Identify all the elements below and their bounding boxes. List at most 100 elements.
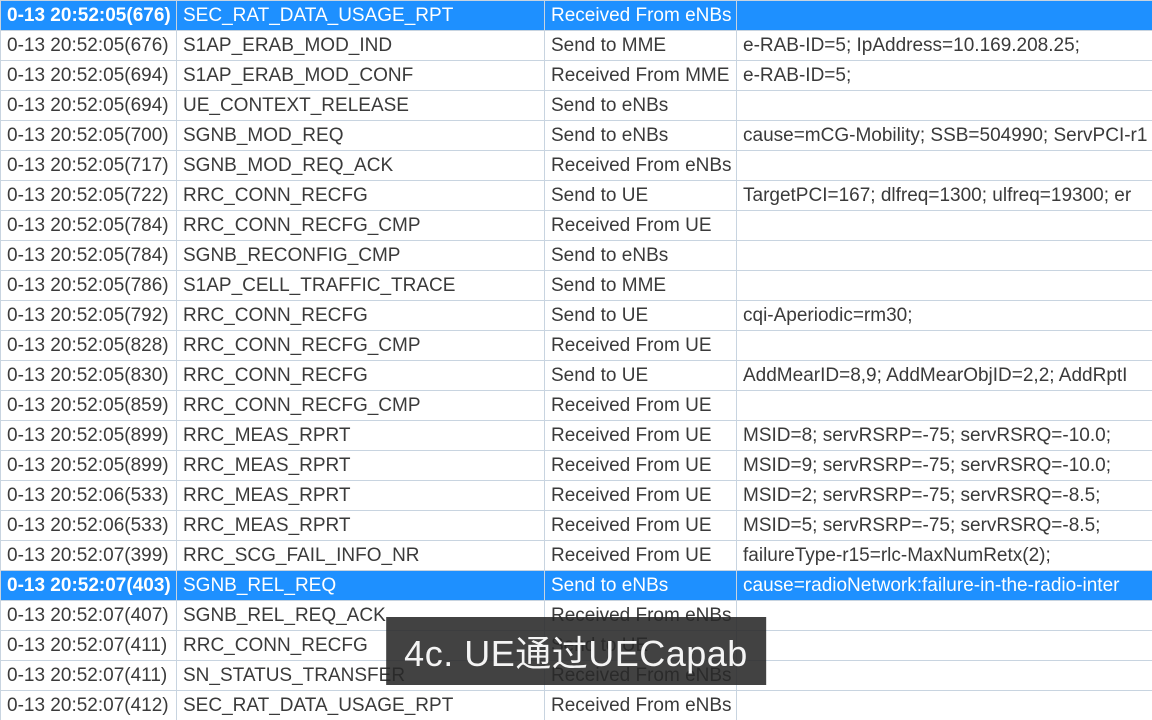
message-cell: SGNB_MOD_REQ bbox=[177, 121, 545, 151]
details-cell: e-RAB-ID=5; IpAddress=10.169.208.25; bbox=[737, 31, 1152, 61]
table-row[interactable]: 0-13 20:52:05(786)S1AP_CELL_TRAFFIC_TRAC… bbox=[1, 271, 1152, 301]
details-cell: cqi-Aperiodic=rm30; bbox=[737, 301, 1152, 331]
message-cell: SGNB_MOD_REQ_ACK bbox=[177, 151, 545, 181]
table-row[interactable]: 0-13 20:52:06(533)RRC_MEAS_RPRTReceived … bbox=[1, 481, 1152, 511]
details-cell bbox=[737, 691, 1152, 720]
table-row[interactable]: 0-13 20:52:05(717)SGNB_MOD_REQ_ACKReceiv… bbox=[1, 151, 1152, 181]
timestamp-cell: 0-13 20:52:05(694) bbox=[1, 91, 177, 121]
table-row[interactable]: 0-13 20:52:05(792)RRC_CONN_RECFGSend to … bbox=[1, 301, 1152, 331]
direction-cell: Received From UE bbox=[545, 451, 737, 481]
timestamp-cell: 0-13 20:52:05(722) bbox=[1, 181, 177, 211]
details-cell bbox=[737, 91, 1152, 121]
direction-cell: Send to eNBs bbox=[545, 121, 737, 151]
details-cell: cause=radioNetwork:failure-in-the-radio-… bbox=[737, 571, 1152, 601]
table-row[interactable]: 0-13 20:52:05(899)RRC_MEAS_RPRTReceived … bbox=[1, 421, 1152, 451]
table-row[interactable]: 0-13 20:52:05(694)UE_CONTEXT_RELEASESend… bbox=[1, 91, 1152, 121]
details-cell bbox=[737, 631, 1152, 661]
direction-cell: Send to eNBs bbox=[545, 241, 737, 271]
details-cell: cause=mCG-Mobility; SSB=504990; ServPCI-… bbox=[737, 121, 1152, 151]
timestamp-cell: 0-13 20:52:07(399) bbox=[1, 541, 177, 571]
subtitle-overlay: 4c. UE通过UECapab bbox=[386, 617, 766, 685]
details-cell: MSID=9; servRSRP=-75; servRSRQ=-10.0; bbox=[737, 451, 1152, 481]
timestamp-cell: 0-13 20:52:07(403) bbox=[1, 571, 177, 601]
timestamp-cell: 0-13 20:52:05(700) bbox=[1, 121, 177, 151]
details-cell: AddMearID=8,9; AddMearObjID=2,2; AddRptI bbox=[737, 361, 1152, 391]
direction-cell: Send to MME bbox=[545, 31, 737, 61]
table-row[interactable]: 0-13 20:52:05(830)RRC_CONN_RECFGSend to … bbox=[1, 361, 1152, 391]
message-cell: S1AP_ERAB_MOD_IND bbox=[177, 31, 545, 61]
direction-cell: Send to eNBs bbox=[545, 571, 737, 601]
direction-cell: Send to UE bbox=[545, 301, 737, 331]
table-row[interactable]: 0-13 20:52:07(403)SGNB_REL_REQSend to eN… bbox=[1, 571, 1152, 601]
details-cell bbox=[737, 1, 1152, 31]
timestamp-cell: 0-13 20:52:05(676) bbox=[1, 31, 177, 61]
message-cell: SEC_RAT_DATA_USAGE_RPT bbox=[177, 1, 545, 31]
message-cell: RRC_SCG_FAIL_INFO_NR bbox=[177, 541, 545, 571]
message-cell: SGNB_REL_REQ bbox=[177, 571, 545, 601]
table-row[interactable]: 0-13 20:52:05(899)RRC_MEAS_RPRTReceived … bbox=[1, 451, 1152, 481]
details-cell: e-RAB-ID=5; bbox=[737, 61, 1152, 91]
message-cell: RRC_CONN_RECFG bbox=[177, 301, 545, 331]
table-row[interactable]: 0-13 20:52:05(676)S1AP_ERAB_MOD_INDSend … bbox=[1, 31, 1152, 61]
message-cell: RRC_MEAS_RPRT bbox=[177, 451, 545, 481]
table-row[interactable]: 0-13 20:52:07(399)RRC_SCG_FAIL_INFO_NRRe… bbox=[1, 541, 1152, 571]
details-cell: MSID=5; servRSRP=-75; servRSRQ=-8.5; bbox=[737, 511, 1152, 541]
message-cell: RRC_CONN_RECFG_CMP bbox=[177, 391, 545, 421]
table-row[interactable]: 0-13 20:52:05(784)RRC_CONN_RECFG_CMPRece… bbox=[1, 211, 1152, 241]
details-cell: MSID=2; servRSRP=-75; servRSRQ=-8.5; bbox=[737, 481, 1152, 511]
timestamp-cell: 0-13 20:52:06(533) bbox=[1, 481, 177, 511]
direction-cell: Received From eNBs bbox=[545, 691, 737, 720]
details-cell: TargetPCI=167; dlfreq=1300; ulfreq=19300… bbox=[737, 181, 1152, 211]
timestamp-cell: 0-13 20:52:06(533) bbox=[1, 511, 177, 541]
timestamp-cell: 0-13 20:52:05(899) bbox=[1, 451, 177, 481]
table-row[interactable]: 0-13 20:52:05(828)RRC_CONN_RECFG_CMPRece… bbox=[1, 331, 1152, 361]
message-cell: S1AP_CELL_TRAFFIC_TRACE bbox=[177, 271, 545, 301]
message-cell: RRC_CONN_RECFG_CMP bbox=[177, 211, 545, 241]
direction-cell: Received From UE bbox=[545, 331, 737, 361]
table-row[interactable]: 0-13 20:52:05(784)SGNB_RECONFIG_CMPSend … bbox=[1, 241, 1152, 271]
table-row[interactable]: 0-13 20:52:05(694)S1AP_ERAB_MOD_CONFRece… bbox=[1, 61, 1152, 91]
message-cell: RRC_MEAS_RPRT bbox=[177, 511, 545, 541]
timestamp-cell: 0-13 20:52:05(828) bbox=[1, 331, 177, 361]
details-cell bbox=[737, 661, 1152, 691]
details-cell bbox=[737, 601, 1152, 631]
direction-cell: Send to eNBs bbox=[545, 91, 737, 121]
table-row[interactable]: 0-13 20:52:06(533)RRC_MEAS_RPRTReceived … bbox=[1, 511, 1152, 541]
message-cell: RRC_CONN_RECFG_CMP bbox=[177, 331, 545, 361]
direction-cell: Received From UE bbox=[545, 211, 737, 241]
details-cell bbox=[737, 271, 1152, 301]
direction-cell: Received From UE bbox=[545, 511, 737, 541]
timestamp-cell: 0-13 20:52:05(784) bbox=[1, 241, 177, 271]
direction-cell: Received From eNBs bbox=[545, 151, 737, 181]
direction-cell: Received From eNBs bbox=[545, 1, 737, 31]
direction-cell: Send to MME bbox=[545, 271, 737, 301]
timestamp-cell: 0-13 20:52:07(411) bbox=[1, 661, 177, 691]
timestamp-cell: 0-13 20:52:05(859) bbox=[1, 391, 177, 421]
message-cell: SEC_RAT_DATA_USAGE_RPT bbox=[177, 691, 545, 720]
timestamp-cell: 0-13 20:52:05(784) bbox=[1, 211, 177, 241]
timestamp-cell: 0-13 20:52:05(694) bbox=[1, 61, 177, 91]
message-cell: RRC_MEAS_RPRT bbox=[177, 421, 545, 451]
details-cell: MSID=8; servRSRP=-75; servRSRQ=-10.0; bbox=[737, 421, 1152, 451]
timestamp-cell: 0-13 20:52:05(830) bbox=[1, 361, 177, 391]
table-row[interactable]: 0-13 20:52:05(859)RRC_CONN_RECFG_CMPRece… bbox=[1, 391, 1152, 421]
details-cell bbox=[737, 241, 1152, 271]
details-cell bbox=[737, 211, 1152, 241]
timestamp-cell: 0-13 20:52:05(676) bbox=[1, 1, 177, 31]
message-cell: RRC_CONN_RECFG bbox=[177, 361, 545, 391]
message-log-table[interactable]: 0-13 20:52:05(676)SEC_RAT_DATA_USAGE_RPT… bbox=[0, 0, 1152, 720]
details-cell bbox=[737, 151, 1152, 181]
timestamp-cell: 0-13 20:52:07(412) bbox=[1, 691, 177, 720]
table-row[interactable]: 0-13 20:52:05(722)RRC_CONN_RECFGSend to … bbox=[1, 181, 1152, 211]
timestamp-cell: 0-13 20:52:05(899) bbox=[1, 421, 177, 451]
timestamp-cell: 0-13 20:52:07(407) bbox=[1, 601, 177, 631]
details-cell bbox=[737, 391, 1152, 421]
message-cell: RRC_MEAS_RPRT bbox=[177, 481, 545, 511]
table-row[interactable]: 0-13 20:52:07(412)SEC_RAT_DATA_USAGE_RPT… bbox=[1, 691, 1152, 720]
table-row[interactable]: 0-13 20:52:05(700)SGNB_MOD_REQSend to eN… bbox=[1, 121, 1152, 151]
message-cell: SGNB_RECONFIG_CMP bbox=[177, 241, 545, 271]
direction-cell: Received From UE bbox=[545, 541, 737, 571]
table-row[interactable]: 0-13 20:52:05(676)SEC_RAT_DATA_USAGE_RPT… bbox=[1, 1, 1152, 31]
timestamp-cell: 0-13 20:52:05(792) bbox=[1, 301, 177, 331]
message-cell: RRC_CONN_RECFG bbox=[177, 181, 545, 211]
